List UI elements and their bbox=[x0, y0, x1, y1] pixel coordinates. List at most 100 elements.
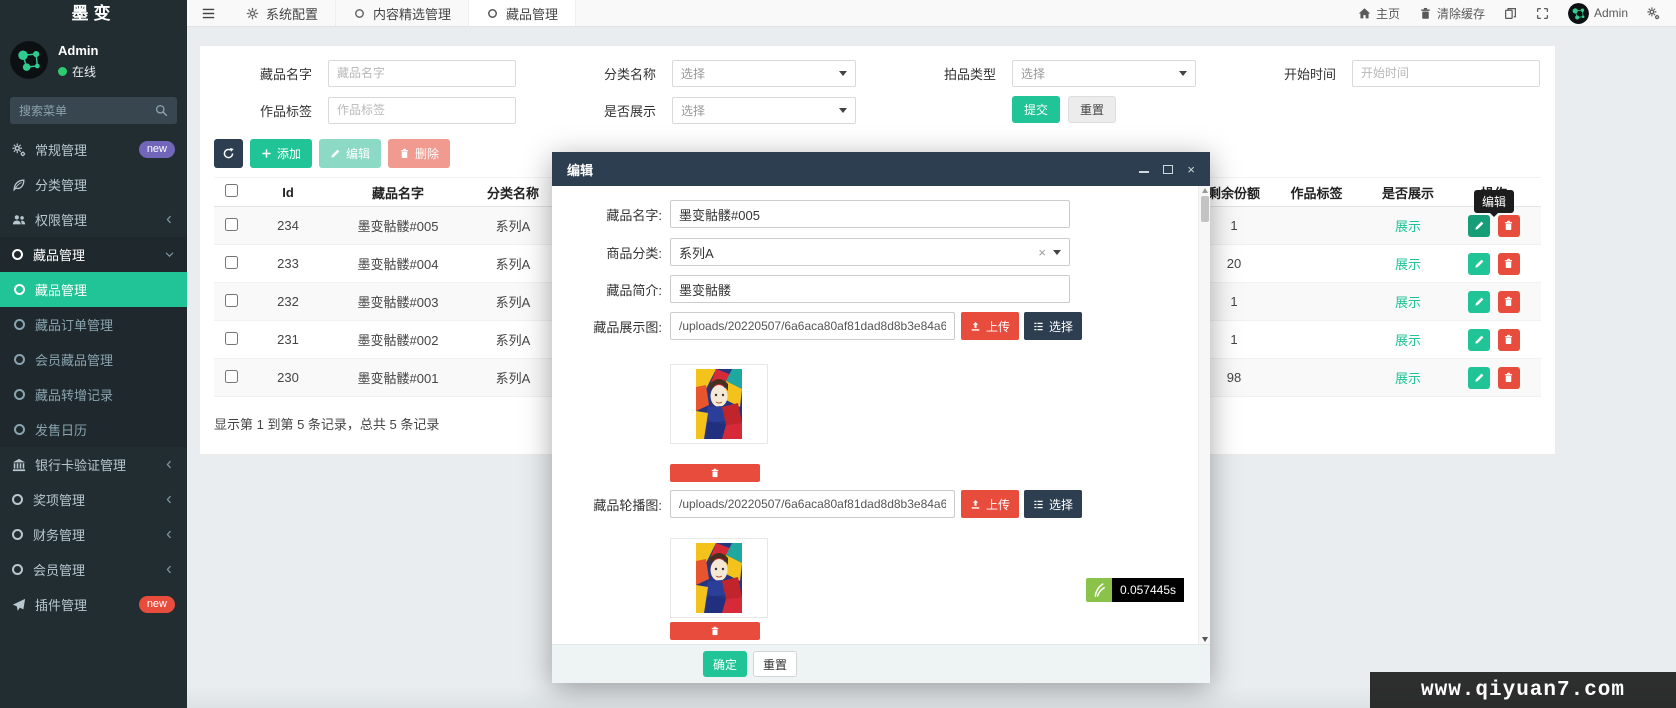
choose-button[interactable]: 选择 bbox=[1024, 490, 1082, 518]
chevron-left-icon bbox=[164, 214, 175, 225]
trash-icon bbox=[1503, 296, 1514, 307]
modal-field-cover: 藏品展示图: 上传 选择 bbox=[552, 312, 1082, 340]
delete-button-disabled[interactable]: 删除 bbox=[388, 139, 450, 168]
display-link[interactable]: 展示 bbox=[1369, 216, 1447, 235]
display-link[interactable]: 展示 bbox=[1369, 330, 1447, 349]
carousel-preview[interactable] bbox=[670, 538, 768, 618]
modal-reset-button[interactable]: 重置 bbox=[753, 651, 797, 677]
row-checkbox[interactable] bbox=[225, 294, 238, 307]
trash-icon bbox=[399, 148, 410, 159]
user-menu[interactable]: Admin bbox=[1568, 3, 1628, 24]
choose-label: 选择 bbox=[1049, 318, 1073, 335]
sidebar-item-bankcard[interactable]: 银行卡验证管理 bbox=[0, 447, 187, 482]
sidebar-toggle-button[interactable] bbox=[187, 0, 229, 26]
user-status-label: 在线 bbox=[72, 63, 96, 80]
modal-header[interactable]: 编辑 × bbox=[552, 152, 1210, 186]
sidebar-item-category[interactable]: 分类管理 bbox=[0, 167, 187, 202]
cover-preview[interactable] bbox=[670, 364, 768, 444]
submit-button[interactable]: 提交 bbox=[1012, 96, 1060, 123]
clear-icon[interactable]: × bbox=[1038, 245, 1046, 260]
row-edit-button[interactable] bbox=[1468, 215, 1490, 237]
auction-type-select[interactable]: 选择 bbox=[1012, 60, 1196, 87]
sidebar-item-collection[interactable]: 藏品管理 bbox=[0, 237, 187, 272]
cover-delete-button[interactable] bbox=[670, 464, 760, 482]
minimize-icon[interactable] bbox=[1139, 171, 1149, 173]
search-icon[interactable] bbox=[155, 104, 168, 117]
tab-system-config[interactable]: 系统配置 bbox=[229, 0, 336, 26]
row-checkbox[interactable] bbox=[225, 370, 238, 383]
circle-icon bbox=[14, 284, 25, 295]
carousel-delete-button[interactable] bbox=[670, 622, 760, 640]
clear-cache-button[interactable]: 清除缓存 bbox=[1419, 5, 1485, 22]
sidebar-item-general[interactable]: 常规管理 new bbox=[0, 132, 187, 167]
display-link[interactable]: 展示 bbox=[1369, 292, 1447, 311]
scroll-down-icon[interactable] bbox=[1202, 637, 1208, 642]
sidebar-item-finance[interactable]: 财务管理 bbox=[0, 517, 187, 552]
sidebar-subitem-collection-manage[interactable]: 藏品管理 bbox=[0, 272, 187, 307]
scroll-up-icon[interactable] bbox=[1202, 188, 1208, 193]
tab-content-featured[interactable]: 内容精选管理 bbox=[336, 0, 469, 26]
upload-button[interactable]: 上传 bbox=[961, 490, 1019, 518]
fullscreen-button[interactable] bbox=[1536, 7, 1549, 20]
row-checkbox[interactable] bbox=[225, 256, 238, 269]
cover-path-input[interactable] bbox=[670, 312, 955, 340]
settings-button[interactable] bbox=[1647, 7, 1660, 20]
collection-name-input[interactable] bbox=[328, 60, 516, 87]
sidebar-search-input[interactable] bbox=[19, 104, 149, 118]
maximize-icon[interactable] bbox=[1163, 165, 1173, 174]
sidebar-subitem-member-collection[interactable]: 会员藏品管理 bbox=[0, 342, 187, 377]
sidebar-item-permission[interactable]: 权限管理 bbox=[0, 202, 187, 237]
sidebar-subitem-transfer-record[interactable]: 藏品转增记录 bbox=[0, 377, 187, 412]
row-delete-button[interactable] bbox=[1498, 367, 1520, 389]
chevron-left-icon bbox=[164, 459, 175, 470]
row-delete-button[interactable] bbox=[1498, 253, 1520, 275]
refresh-tab-button[interactable] bbox=[1504, 7, 1517, 20]
close-icon[interactable]: × bbox=[1187, 163, 1195, 176]
row-edit-button[interactable] bbox=[1468, 291, 1490, 313]
edit-button-disabled[interactable]: 编辑 bbox=[319, 139, 381, 168]
sidebar-subitem-order-manage[interactable]: 藏品订单管理 bbox=[0, 307, 187, 342]
modal-category-select[interactable]: 系列A × bbox=[670, 238, 1070, 266]
tab-collection-manage[interactable]: 藏品管理 bbox=[469, 0, 576, 26]
row-edit-button[interactable] bbox=[1468, 367, 1490, 389]
filter-start-time: 开始时间 bbox=[1246, 59, 1540, 87]
category-select[interactable]: 选择 bbox=[672, 60, 856, 87]
start-time-input[interactable] bbox=[1352, 60, 1540, 87]
confirm-button[interactable]: 确定 bbox=[703, 651, 747, 677]
home-link[interactable]: 主页 bbox=[1358, 5, 1400, 22]
choose-button[interactable]: 选择 bbox=[1024, 312, 1082, 340]
sidebar-item-label: 藏品管理 bbox=[33, 245, 164, 264]
scrollbar-thumb[interactable] bbox=[1201, 196, 1209, 222]
sidebar-item-award[interactable]: 奖项管理 bbox=[0, 482, 187, 517]
display-link[interactable]: 展示 bbox=[1369, 368, 1447, 387]
row-delete-button[interactable] bbox=[1498, 291, 1520, 313]
sidebar-item-plugin[interactable]: 插件管理 new bbox=[0, 587, 187, 622]
display-link[interactable]: 展示 bbox=[1369, 254, 1447, 273]
row-delete-button[interactable] bbox=[1498, 215, 1520, 237]
trash-icon bbox=[710, 626, 720, 636]
leaf-swoosh-icon bbox=[1090, 581, 1108, 599]
add-button[interactable]: 添加 bbox=[250, 139, 312, 168]
modal-intro-input[interactable] bbox=[670, 275, 1070, 303]
reset-button[interactable]: 重置 bbox=[1068, 96, 1116, 123]
refresh-button[interactable] bbox=[214, 139, 243, 168]
upload-button[interactable]: 上传 bbox=[961, 312, 1019, 340]
modal-scrollbar[interactable] bbox=[1198, 186, 1210, 644]
display-select[interactable]: 选择 bbox=[672, 97, 856, 124]
carousel-path-input[interactable] bbox=[670, 490, 955, 518]
avatar bbox=[10, 41, 48, 79]
row-edit-button[interactable] bbox=[1468, 329, 1490, 351]
row-checkbox[interactable] bbox=[225, 332, 238, 345]
row-edit-button[interactable] bbox=[1468, 253, 1490, 275]
select-all-checkbox[interactable] bbox=[225, 184, 238, 197]
row-checkbox[interactable] bbox=[225, 218, 238, 231]
modal-name-input[interactable] bbox=[670, 200, 1070, 228]
sidebar-item-member[interactable]: 会员管理 bbox=[0, 552, 187, 587]
sidebar-subitem-sale-calendar[interactable]: 发售日历 bbox=[0, 412, 187, 447]
collection-tree: 藏品管理 藏品管理 藏品订单管理 会员藏品管理 藏品转增记录 bbox=[0, 237, 187, 447]
work-tag-input[interactable] bbox=[328, 97, 516, 124]
cell-id: 233 bbox=[248, 256, 328, 271]
user-name: Admin bbox=[58, 43, 98, 58]
chevron-down-icon bbox=[164, 249, 175, 260]
row-delete-button[interactable] bbox=[1498, 329, 1520, 351]
